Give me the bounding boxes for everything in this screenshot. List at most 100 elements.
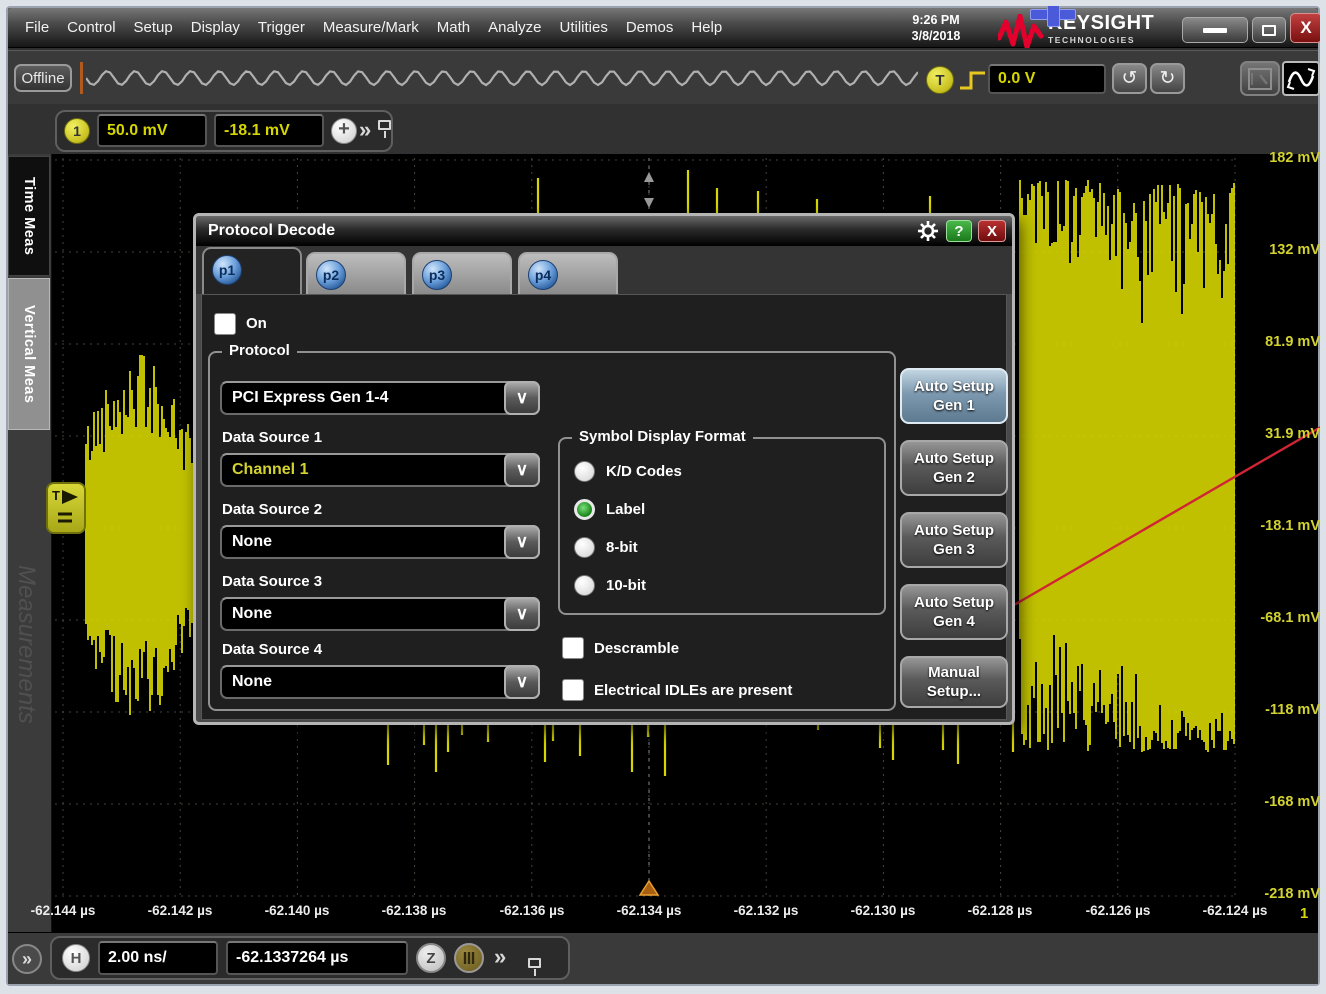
dialog-title: Protocol Decode [208, 222, 335, 240]
channel-expand-button[interactable]: » [359, 119, 371, 141]
menu-help[interactable]: Help [682, 19, 731, 36]
data-source-3-value: None [222, 605, 504, 623]
data-source-3-dropdown[interactable]: None ∨ [220, 597, 540, 631]
data-source-4-value: None [222, 673, 504, 691]
dialog-title-bar[interactable]: Protocol Decode [196, 216, 1012, 246]
trigger-marker-icon: T [48, 484, 84, 532]
maximize-button[interactable] [1252, 17, 1286, 43]
minimize-button[interactable] [1182, 17, 1248, 43]
menu-measure-mark[interactable]: Measure/Mark [314, 19, 428, 36]
dialog-help-button[interactable]: ? [946, 220, 972, 242]
trigger-level-marker[interactable]: T [46, 482, 86, 534]
horizontal-badge[interactable]: H [62, 944, 90, 972]
vertical-meas-label: Vertical Meas [21, 305, 37, 403]
radio-8bit-label: 8-bit [606, 539, 638, 556]
sidebar-collapse-button[interactable]: » [12, 944, 42, 974]
add-channel-button[interactable]: + [331, 118, 357, 144]
protocol-dropdown[interactable]: PCI Express Gen 1-4 ∨ [220, 381, 540, 415]
on-label: On [246, 315, 267, 332]
descramble-label: Descramble [594, 640, 679, 657]
radio-kd-codes-label: K/D Codes [606, 463, 682, 480]
tab-p2-label: p2 [316, 260, 346, 290]
acquisition-button[interactable] [454, 943, 484, 973]
close-button[interactable]: X [1290, 13, 1322, 43]
data-source-3-label: Data Source 3 [222, 573, 322, 590]
tab-p3[interactable]: p3 [412, 252, 512, 294]
electrical-idles-checkbox[interactable] [562, 679, 584, 701]
menu-file[interactable]: File [16, 19, 58, 36]
offline-button[interactable]: Offline [14, 64, 72, 92]
double-chevron-icon: » [359, 117, 371, 142]
mini-display-icon [1247, 67, 1273, 91]
menu-trigger[interactable]: Trigger [249, 19, 314, 36]
data-source-2-label: Data Source 2 [222, 501, 322, 518]
data-source-2-dropdown[interactable]: None ∨ [220, 525, 540, 559]
frame-bottom [0, 986, 1326, 994]
offline-label: Offline [21, 70, 64, 87]
tab-p3-label: p3 [422, 260, 452, 290]
y-axis-label: 81.9 mV [1236, 334, 1320, 350]
sidebar-tab-time-meas[interactable]: Time Meas [8, 156, 50, 276]
horizontal-position-value: -62.1337264 µs [236, 949, 348, 967]
trigger-badge[interactable]: T [926, 66, 954, 94]
tab-p1[interactable]: p1 [202, 247, 302, 294]
channel1-scale-value: 50.0 mV [107, 122, 167, 140]
menu-demos[interactable]: Demos [617, 19, 683, 36]
x-axis-label: -62.130 µs [835, 903, 931, 918]
menu-utilities[interactable]: Utilities [550, 19, 616, 36]
redo-button[interactable]: ↻ [1150, 63, 1185, 94]
x-axis-label: -62.144 µs [15, 903, 111, 918]
horizontal-scale-value: 2.00 ns/ [108, 949, 167, 967]
menu-control[interactable]: Control [58, 19, 124, 36]
chevron-down-icon[interactable]: ∨ [504, 597, 540, 631]
menu-setup[interactable]: Setup [125, 19, 182, 36]
radio-8bit[interactable] [574, 537, 595, 558]
horizontal-expand-button[interactable]: » [494, 946, 506, 968]
auto-setup-gen4-button[interactable]: Auto SetupGen 4 [900, 584, 1008, 640]
channel1-badge[interactable]: 1 [64, 118, 90, 144]
display-mode-button[interactable] [1240, 61, 1280, 96]
tab-p4[interactable]: p4 [518, 252, 618, 294]
radio-label[interactable] [574, 499, 595, 520]
manual-setup-button[interactable]: ManualSetup... [900, 656, 1008, 708]
double-chevron-icon: » [494, 944, 506, 969]
auto-setup-gen2-button[interactable]: Auto SetupGen 2 [900, 440, 1008, 496]
radio-10bit-label: 10-bit [606, 577, 646, 594]
tab-p2[interactable]: p2 [306, 252, 406, 294]
pan-zoom-button[interactable] [1282, 61, 1320, 96]
minimize-icon [1203, 28, 1227, 33]
horizontal-scale-field[interactable]: 2.00 ns/ [98, 941, 218, 975]
add-icon: + [338, 118, 350, 141]
radio-10bit[interactable] [574, 575, 595, 596]
electrical-idles-label: Electrical IDLEs are present [594, 682, 792, 699]
pin-icon[interactable] [528, 958, 541, 968]
auto-setup-gen3-button[interactable]: Auto SetupGen 3 [900, 512, 1008, 568]
sidebar-tab-vertical-meas[interactable]: Vertical Meas [8, 278, 50, 430]
menu-display[interactable]: Display [182, 19, 249, 36]
data-source-1-dropdown[interactable]: Channel 1 ∨ [220, 453, 540, 487]
chevron-down-icon[interactable]: ∨ [504, 665, 540, 699]
protocol-decode-dialog: Protocol Decode ? X p2 p3 p4 p1 O [193, 213, 1015, 725]
menu-math[interactable]: Math [428, 19, 479, 36]
y-axis-label: -68.1 mV [1236, 610, 1320, 626]
dialog-close-button[interactable]: X [978, 220, 1006, 242]
trigger-level-field[interactable]: 0.0 V [988, 64, 1106, 94]
chevron-down-icon[interactable]: ∨ [504, 525, 540, 559]
chevron-down-icon[interactable]: ∨ [504, 381, 540, 415]
chevron-down-icon[interactable]: ∨ [504, 453, 540, 487]
pin-icon[interactable] [378, 120, 391, 130]
radio-kd-codes[interactable] [574, 461, 595, 482]
descramble-checkbox[interactable] [562, 637, 584, 659]
gear-icon[interactable] [916, 220, 940, 242]
zoom-button[interactable]: Z [416, 943, 446, 973]
horizontal-position-field[interactable]: -62.1337264 µs [226, 941, 408, 975]
channel1-scale-field[interactable]: 50.0 mV [97, 114, 207, 147]
channel1-offset-field[interactable]: -18.1 mV [214, 114, 324, 147]
data-source-4-dropdown[interactable]: None ∨ [220, 665, 540, 699]
clock: 9:26 PM 3/8/2018 [886, 13, 986, 44]
undo-button[interactable]: ↺ [1112, 63, 1147, 94]
on-checkbox[interactable] [214, 313, 236, 335]
menu-analyze[interactable]: Analyze [479, 19, 550, 36]
auto-setup-gen1-button[interactable]: Auto SetupGen 1 [900, 368, 1008, 424]
pan-zoom-waveform-icon [1286, 66, 1316, 92]
